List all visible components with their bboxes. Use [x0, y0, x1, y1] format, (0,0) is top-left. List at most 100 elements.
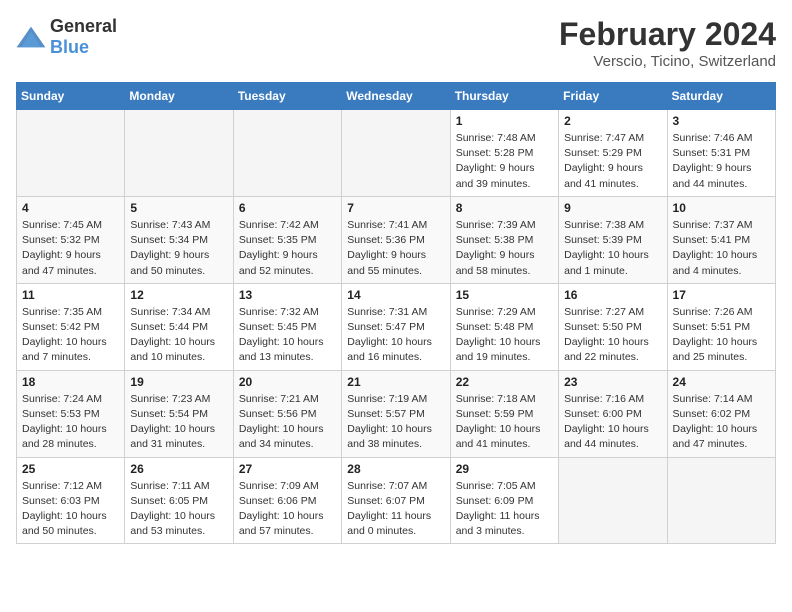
day-number: 19	[130, 375, 227, 389]
weekday-header: Monday	[125, 83, 233, 110]
calendar-cell: 22 Sunrise: 7:18 AM Sunset: 5:59 PM Dayli…	[450, 370, 558, 457]
calendar-cell: 11 Sunrise: 7:35 AM Sunset: 5:42 PM Dayli…	[17, 283, 125, 370]
day-number: 17	[673, 288, 770, 302]
day-info: Sunrise: 7:34 AM Sunset: 5:44 PM Dayligh…	[130, 305, 227, 366]
day-info: Sunrise: 7:23 AM Sunset: 5:54 PM Dayligh…	[130, 392, 227, 453]
day-info: Sunrise: 7:31 AM Sunset: 5:47 PM Dayligh…	[347, 305, 444, 366]
day-info: Sunrise: 7:11 AM Sunset: 6:05 PM Dayligh…	[130, 479, 227, 540]
day-number: 11	[22, 288, 119, 302]
day-info: Sunrise: 7:24 AM Sunset: 5:53 PM Dayligh…	[22, 392, 119, 453]
day-info: Sunrise: 7:42 AM Sunset: 5:35 PM Dayligh…	[239, 218, 336, 279]
calendar-cell: 25 Sunrise: 7:12 AM Sunset: 6:03 PM Dayli…	[17, 457, 125, 544]
weekday-header: Thursday	[450, 83, 558, 110]
day-number: 23	[564, 375, 661, 389]
calendar-week-row: 11 Sunrise: 7:35 AM Sunset: 5:42 PM Dayli…	[17, 283, 776, 370]
day-info: Sunrise: 7:09 AM Sunset: 6:06 PM Dayligh…	[239, 479, 336, 540]
day-info: Sunrise: 7:38 AM Sunset: 5:39 PM Dayligh…	[564, 218, 661, 279]
day-info: Sunrise: 7:46 AM Sunset: 5:31 PM Dayligh…	[673, 131, 770, 192]
calendar-cell: 29 Sunrise: 7:05 AM Sunset: 6:09 PM Dayli…	[450, 457, 558, 544]
day-info: Sunrise: 7:48 AM Sunset: 5:28 PM Dayligh…	[456, 131, 553, 192]
day-info: Sunrise: 7:41 AM Sunset: 5:36 PM Dayligh…	[347, 218, 444, 279]
calendar-cell: 26 Sunrise: 7:11 AM Sunset: 6:05 PM Dayli…	[125, 457, 233, 544]
day-number: 4	[22, 201, 119, 215]
day-number: 16	[564, 288, 661, 302]
logo-text: General Blue	[50, 16, 117, 58]
day-info: Sunrise: 7:43 AM Sunset: 5:34 PM Dayligh…	[130, 218, 227, 279]
day-info: Sunrise: 7:21 AM Sunset: 5:56 PM Dayligh…	[239, 392, 336, 453]
calendar-body: 1Sunrise: 7:48 AM Sunset: 5:28 PM Daylig…	[17, 110, 776, 544]
title-block: February 2024 Verscio, Ticino, Switzerla…	[559, 16, 776, 70]
month-year: February 2024	[559, 16, 776, 53]
calendar-cell: 7 Sunrise: 7:41 AM Sunset: 5:36 PM Daylig…	[342, 196, 450, 283]
day-number: 25	[22, 462, 119, 476]
logo: General Blue	[16, 16, 117, 58]
weekday-header: Wednesday	[342, 83, 450, 110]
day-number: 22	[456, 375, 553, 389]
location: Verscio, Ticino, Switzerland	[559, 53, 776, 70]
day-info: Sunrise: 7:05 AM Sunset: 6:09 PM Dayligh…	[456, 479, 553, 540]
day-number: 26	[130, 462, 227, 476]
calendar-week-row: 4 Sunrise: 7:45 AM Sunset: 5:32 PM Daylig…	[17, 196, 776, 283]
calendar-table: SundayMondayTuesdayWednesdayThursdayFrid…	[16, 82, 776, 544]
calendar-cell	[342, 110, 450, 197]
day-number: 12	[130, 288, 227, 302]
day-number: 8	[456, 201, 553, 215]
calendar-cell: 4 Sunrise: 7:45 AM Sunset: 5:32 PM Daylig…	[17, 196, 125, 283]
day-info: Sunrise: 7:16 AM Sunset: 6:00 PM Dayligh…	[564, 392, 661, 453]
page-header: General Blue February 2024 Verscio, Tici…	[16, 16, 776, 70]
day-info: Sunrise: 7:47 AM Sunset: 5:29 PM Dayligh…	[564, 131, 661, 192]
day-info: Sunrise: 7:14 AM Sunset: 6:02 PM Dayligh…	[673, 392, 770, 453]
day-number: 6	[239, 201, 336, 215]
day-info: Sunrise: 7:32 AM Sunset: 5:45 PM Dayligh…	[239, 305, 336, 366]
day-number: 13	[239, 288, 336, 302]
calendar-cell: 19 Sunrise: 7:23 AM Sunset: 5:54 PM Dayli…	[125, 370, 233, 457]
logo-blue: Blue	[50, 37, 89, 57]
calendar-header: SundayMondayTuesdayWednesdayThursdayFrid…	[17, 83, 776, 110]
calendar-cell: 6 Sunrise: 7:42 AM Sunset: 5:35 PM Daylig…	[233, 196, 341, 283]
calendar-cell: 9 Sunrise: 7:38 AM Sunset: 5:39 PM Daylig…	[559, 196, 667, 283]
calendar-cell: 5 Sunrise: 7:43 AM Sunset: 5:34 PM Daylig…	[125, 196, 233, 283]
calendar-cell: 24 Sunrise: 7:14 AM Sunset: 6:02 PM Dayli…	[667, 370, 775, 457]
calendar-cell	[125, 110, 233, 197]
logo-general: General	[50, 16, 117, 36]
day-info: Sunrise: 7:07 AM Sunset: 6:07 PM Dayligh…	[347, 479, 444, 540]
day-number: 28	[347, 462, 444, 476]
calendar-cell: 10Sunrise: 7:37 AM Sunset: 5:41 PM Dayli…	[667, 196, 775, 283]
day-number: 24	[673, 375, 770, 389]
calendar-cell: 14 Sunrise: 7:31 AM Sunset: 5:47 PM Dayli…	[342, 283, 450, 370]
weekday-header: Tuesday	[233, 83, 341, 110]
weekday-row: SundayMondayTuesdayWednesdayThursdayFrid…	[17, 83, 776, 110]
day-number: 18	[22, 375, 119, 389]
day-number: 27	[239, 462, 336, 476]
day-number: 29	[456, 462, 553, 476]
calendar-week-row: 18 Sunrise: 7:24 AM Sunset: 5:53 PM Dayli…	[17, 370, 776, 457]
day-number: 5	[130, 201, 227, 215]
calendar-cell: 8Sunrise: 7:39 AM Sunset: 5:38 PM Daylig…	[450, 196, 558, 283]
day-info: Sunrise: 7:12 AM Sunset: 6:03 PM Dayligh…	[22, 479, 119, 540]
weekday-header: Saturday	[667, 83, 775, 110]
day-info: Sunrise: 7:45 AM Sunset: 5:32 PM Dayligh…	[22, 218, 119, 279]
calendar-cell	[559, 457, 667, 544]
day-info: Sunrise: 7:35 AM Sunset: 5:42 PM Dayligh…	[22, 305, 119, 366]
weekday-header: Friday	[559, 83, 667, 110]
logo-icon	[16, 25, 46, 49]
calendar-cell	[233, 110, 341, 197]
day-number: 10	[673, 201, 770, 215]
calendar-cell	[667, 457, 775, 544]
calendar-cell: 18 Sunrise: 7:24 AM Sunset: 5:53 PM Dayli…	[17, 370, 125, 457]
day-number: 14	[347, 288, 444, 302]
calendar-week-row: 25 Sunrise: 7:12 AM Sunset: 6:03 PM Dayli…	[17, 457, 776, 544]
day-number: 15	[456, 288, 553, 302]
calendar-cell: 16Sunrise: 7:27 AM Sunset: 5:50 PM Dayli…	[559, 283, 667, 370]
day-number: 7	[347, 201, 444, 215]
calendar-cell: 23 Sunrise: 7:16 AM Sunset: 6:00 PM Dayli…	[559, 370, 667, 457]
calendar-cell: 2Sunrise: 7:47 AM Sunset: 5:29 PM Daylig…	[559, 110, 667, 197]
day-info: Sunrise: 7:19 AM Sunset: 5:57 PM Dayligh…	[347, 392, 444, 453]
day-number: 3	[673, 114, 770, 128]
calendar-cell: 15Sunrise: 7:29 AM Sunset: 5:48 PM Dayli…	[450, 283, 558, 370]
day-number: 9	[564, 201, 661, 215]
calendar-cell: 20Sunrise: 7:21 AM Sunset: 5:56 PM Dayli…	[233, 370, 341, 457]
calendar-cell: 3 Sunrise: 7:46 AM Sunset: 5:31 PM Daylig…	[667, 110, 775, 197]
day-info: Sunrise: 7:18 AM Sunset: 5:59 PM Dayligh…	[456, 392, 553, 453]
calendar-cell: 1Sunrise: 7:48 AM Sunset: 5:28 PM Daylig…	[450, 110, 558, 197]
